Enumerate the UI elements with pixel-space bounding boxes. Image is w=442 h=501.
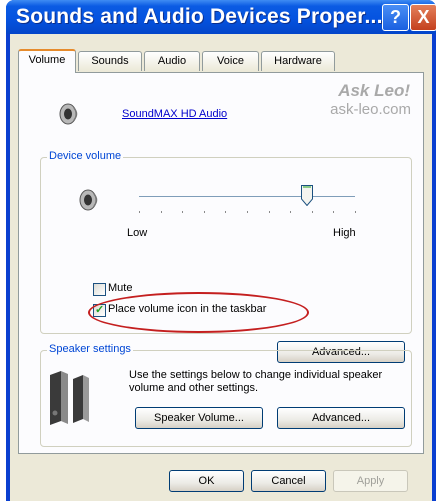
tab-voice[interactable]: Voice <box>202 51 259 71</box>
mute-label: Mute <box>108 282 133 294</box>
slider-tick <box>355 211 356 213</box>
ok-button[interactable]: OK <box>169 470 244 492</box>
mute-checkbox[interactable] <box>93 283 106 296</box>
speaker-icon <box>59 103 78 125</box>
speaker-settings-group: Speaker settings Use the settings below … <box>40 343 412 447</box>
volume-slider-track[interactable] <box>139 196 355 197</box>
speaker-volume-button[interactable]: Speaker Volume... <box>135 407 263 429</box>
highlight-ring <box>88 292 309 333</box>
volume-speaker-icon <box>79 189 98 211</box>
slider-tick <box>269 211 270 213</box>
window-title: Sounds and Audio Devices Proper... <box>16 5 383 28</box>
slider-tick <box>333 211 334 213</box>
tab-sounds[interactable]: Sounds <box>78 51 142 71</box>
volume-tab-panel: SoundMAX HD Audio Ask Leo! ask-leo.com D… <box>18 72 424 454</box>
tab-audio[interactable]: Audio <box>144 51 200 71</box>
title-bar[interactable]: Sounds and Audio Devices Proper... ? X <box>6 0 437 34</box>
speaker-advanced-button[interactable]: Advanced... <box>277 407 405 429</box>
tab-volume[interactable]: Volume <box>18 49 76 73</box>
help-button[interactable]: ? <box>382 4 409 31</box>
cancel-button[interactable]: Cancel <box>251 470 326 492</box>
dialog-client: Volume Sounds Audio Voice Hardware Sound… <box>10 34 432 501</box>
slider-tick <box>225 211 226 213</box>
slider-tick <box>161 211 162 213</box>
speaker-settings-description: Use the settings below to change individ… <box>129 369 383 394</box>
device-volume-group: Device volume Low High Mute ✓ Place volu… <box>40 150 412 363</box>
slider-tick <box>139 211 140 213</box>
slider-tick <box>182 211 183 213</box>
slider-tick <box>290 211 291 213</box>
dialog-window: Sounds and Audio Devices Proper... ? X V… <box>6 0 437 501</box>
slider-tick <box>204 211 205 213</box>
tab-hardware[interactable]: Hardware <box>261 51 335 71</box>
device-name-link[interactable]: SoundMAX HD Audio <box>122 108 227 120</box>
volume-slider-thumb[interactable] <box>301 185 313 206</box>
volume-high-label: High <box>333 227 356 239</box>
volume-low-label: Low <box>127 227 148 239</box>
close-button[interactable]: X <box>410 4 437 31</box>
apply-button[interactable]: Apply <box>333 470 408 492</box>
device-volume-legend: Device volume <box>47 150 124 162</box>
watermark-logo: Ask Leo! <box>338 81 410 100</box>
slider-tick <box>247 211 248 213</box>
watermark-url: ask-leo.com <box>330 101 411 118</box>
speakers-icon <box>50 371 89 425</box>
slider-tick <box>312 211 313 213</box>
speaker-settings-legend: Speaker settings <box>47 343 133 355</box>
